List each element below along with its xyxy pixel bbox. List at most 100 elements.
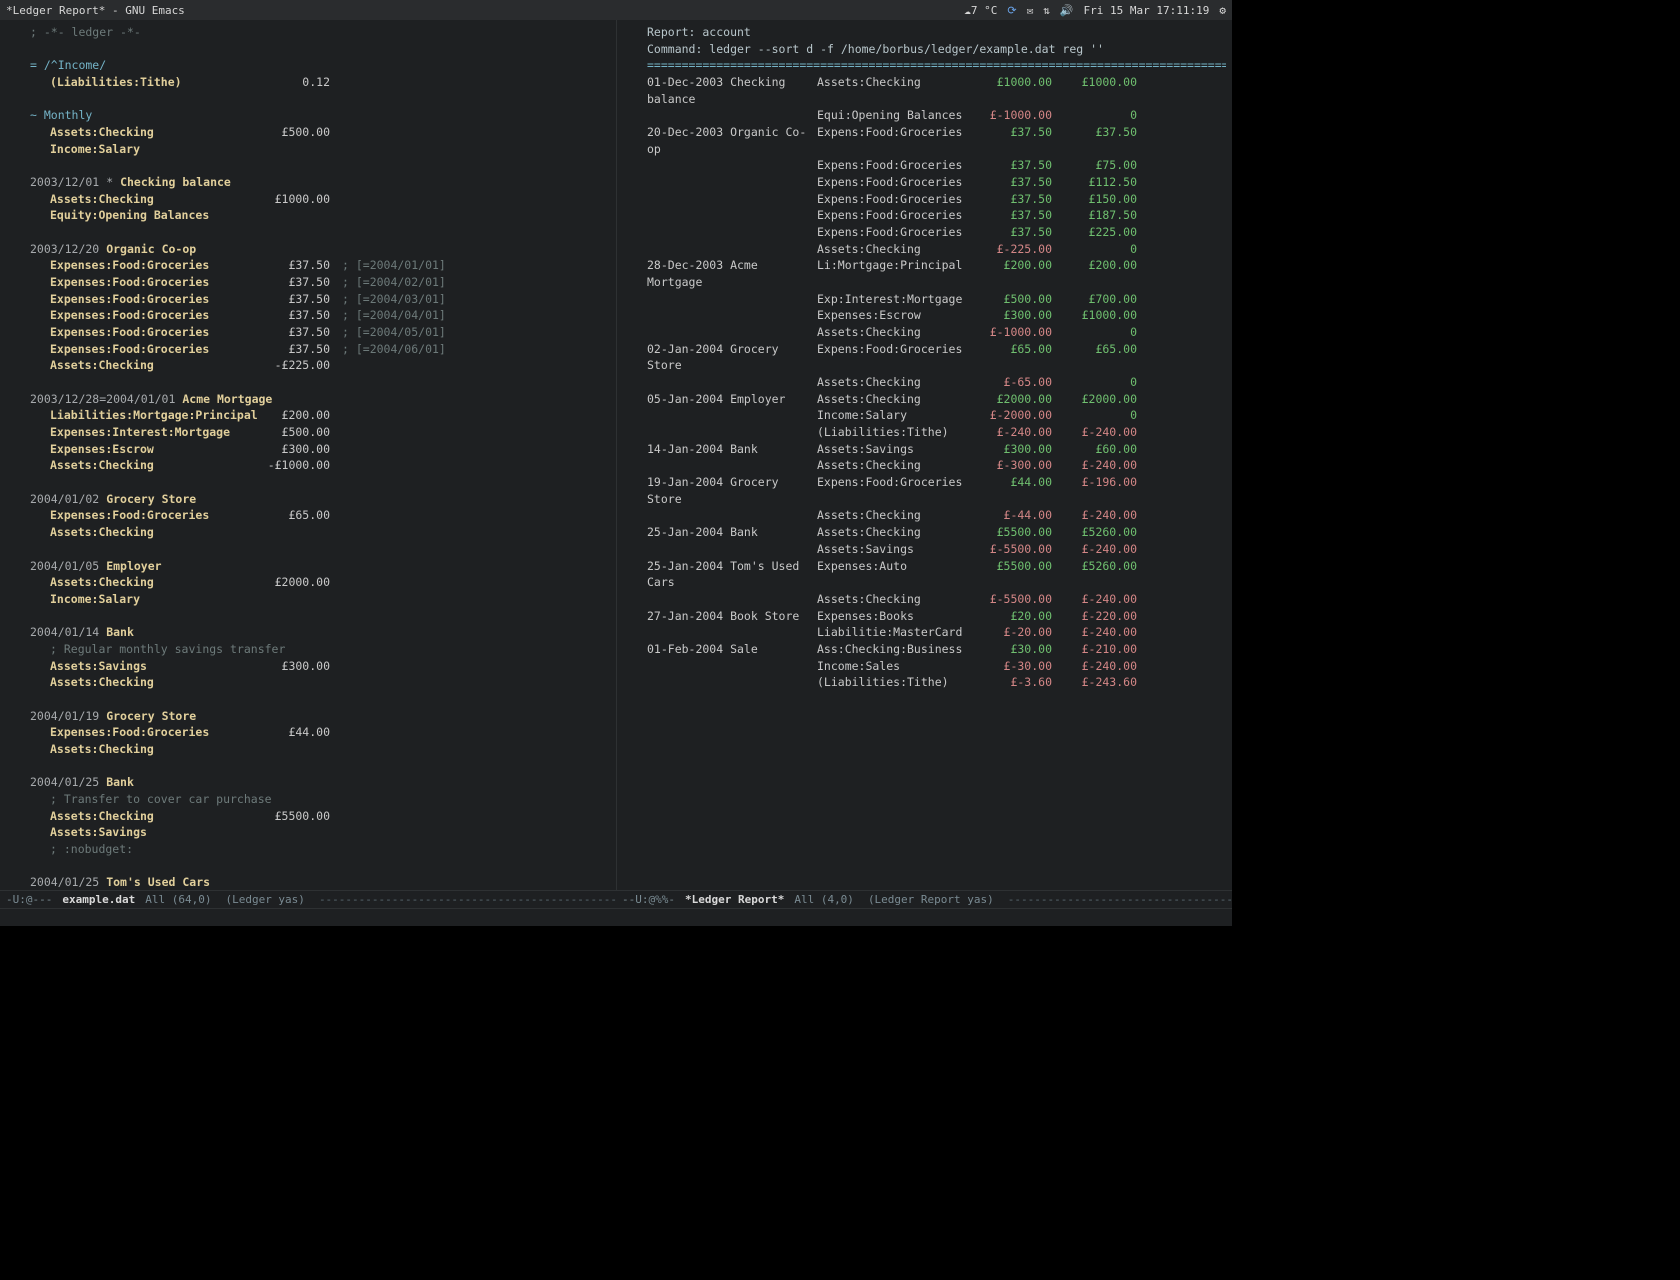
report-row: Expens:Food:Groceries£37.50£75.00 [647,157,1226,174]
posting-line: (Liabilities:Tithe)0.12 [30,74,610,91]
report-row: Income:Salary£-2000.000 [647,407,1226,424]
transaction-header: 2003/12/28=2004/01/01 Acme Mortgage [30,391,610,408]
posting-line: Expenses:Food:Groceries£37.50; [=2004/01… [30,257,610,274]
modeline-prefix: -U:@--- [6,893,52,906]
report-row: 28-Dec-2003 Acme MortgageLi:Mortgage:Pri… [647,257,1226,290]
posting-line: Assets:Checking [30,741,610,758]
ledger-report-buffer[interactable]: Report: accountCommand: ledger --sort d … [616,20,1232,890]
buffer-position-left: All (64,0) [145,893,211,906]
report-row: Assets:Checking£-5500.00£-240.00 [647,591,1226,608]
volume-icon[interactable]: 🔊 [1060,4,1074,17]
txn-comment: ; Regular monthly savings transfer [30,641,610,658]
report-row: 25-Jan-2004 Tom's Used CarsExpenses:Auto… [647,558,1226,591]
transaction-header: 2004/01/19 Grocery Store [30,708,610,725]
posting-line: Assets:Checking [30,674,610,691]
report-row: (Liabilities:Tithe)£-240.00£-240.00 [647,424,1226,441]
buffer-position-right: All (4,0) [794,893,854,906]
posting-line: Income:Salary [30,141,610,158]
transaction-header: 2004/01/14 Bank [30,624,610,641]
modeline-right: --U:@%%- *Ledger Report* All (4,0) (Ledg… [616,890,1232,908]
report-title: Report: account [647,24,1226,41]
network-icon[interactable]: ⇅ [1043,4,1050,17]
buffer-mode-left: (Ledger yas) [211,893,318,906]
report-command: Command: ledger --sort d -f /home/borbus… [647,41,1226,58]
refresh-icon[interactable]: ⟳ [1007,4,1016,17]
report-row: 14-Jan-2004 BankAssets:Savings£300.00£60… [647,441,1226,458]
txn-comment: ; :nobudget: [30,841,610,858]
posting-line: Expenses:Food:Groceries£37.50; [=2004/05… [30,324,610,341]
posting-line: Assets:Savings£300.00 [30,658,610,675]
desktop-topbar: *Ledger Report* - GNU Emacs ☁ 7 °C ⟳ ✉ ⇅… [0,0,1232,20]
transaction-header: 2003/12/01 * Checking balance [30,174,610,191]
modeline: -U:@--- example.dat All (64,0) (Ledger y… [0,890,1232,908]
posting-line: Assets:Checking£1000.00 [30,191,610,208]
posting-line: Assets:Checking£2000.00 [30,574,610,591]
txn-comment: ; Transfer to cover car purchase [30,791,610,808]
posting-line: Expenses:Food:Groceries£37.50; [=2004/03… [30,291,610,308]
transaction-header: 2004/01/25 Bank [30,774,610,791]
mail-icon[interactable]: ✉ [1027,4,1034,17]
posting-line: Assets:Checking [30,524,610,541]
posting-line: Expenses:Food:Groceries£37.50; [=2004/02… [30,274,610,291]
posting-line: Income:Salary [30,591,610,608]
report-row: Equi:Opening Balances£-1000.000 [647,107,1226,124]
emacs-frame: ; -*- ledger -*- = /^Income/(Liabilities… [0,20,1232,890]
posting-line: Expenses:Food:Groceries£37.50; [=2004/06… [30,341,610,358]
report-row: Expens:Food:Groceries£37.50£187.50 [647,207,1226,224]
window-title: *Ledger Report* - GNU Emacs [6,4,185,17]
report-separator: ========================================… [647,57,1226,74]
posting-line: Assets:Checking£5500.00 [30,808,610,825]
modeline-fill: ----------------------------------------… [319,893,616,906]
modeline-left: -U:@--- example.dat All (64,0) (Ledger y… [0,890,616,908]
report-row: 27-Jan-2004 Book StoreExpenses:Books£20.… [647,608,1226,625]
modeline-prefix: --U:@%%- [622,893,675,906]
periodic-header: ~ Monthly [30,107,610,124]
report-row: Expens:Food:Groceries£37.50£225.00 [647,224,1226,241]
ledger-source-buffer[interactable]: ; -*- ledger -*- = /^Income/(Liabilities… [0,20,616,890]
posting-line: Assets:Savings [30,824,610,841]
report-row: Assets:Checking£-44.00£-240.00 [647,507,1226,524]
automated-rule-header: = /^Income/ [30,57,610,74]
file-mode-comment: ; -*- ledger -*- [30,24,610,41]
minibuffer[interactable] [0,908,1232,926]
buffer-name-right: *Ledger Report* [675,893,794,906]
report-row: Assets:Checking£-225.000 [647,241,1226,258]
transaction-header: 2004/01/25 Tom's Used Cars [30,874,610,890]
posting-line: Assets:Checking£500.00 [30,124,610,141]
modeline-fill: ----------------------------------------… [1008,893,1232,906]
report-row: 01-Dec-2003 Checking balanceAssets:Check… [647,74,1226,107]
posting-line: Assets:Checking-£1000.00 [30,457,610,474]
report-row: Liabilitie:MasterCard£-20.00£-240.00 [647,624,1226,641]
report-row: 19-Jan-2004 Grocery StoreExpens:Food:Gro… [647,474,1226,507]
report-row: 02-Jan-2004 Grocery StoreExpens:Food:Gro… [647,341,1226,374]
posting-line: Assets:Checking-£225.00 [30,357,610,374]
report-row: Assets:Checking£-1000.000 [647,324,1226,341]
report-row: 25-Jan-2004 BankAssets:Checking£5500.00£… [647,524,1226,541]
buffer-name-left: example.dat [52,893,145,906]
posting-line: Expenses:Food:Groceries£65.00 [30,507,610,524]
report-row: 05-Jan-2004 EmployerAssets:Checking£2000… [647,391,1226,408]
transaction-header: 2003/12/20 Organic Co-op [30,241,610,258]
posting-line: Expenses:Food:Groceries£44.00 [30,724,610,741]
report-row: Assets:Checking£-65.000 [647,374,1226,391]
system-tray: ☁ 7 °C ⟳ ✉ ⇅ 🔊 Fri 15 Mar 17:11:19 ⚙ [964,4,1226,17]
clock[interactable]: Fri 15 Mar 17:11:19 [1084,4,1210,17]
transaction-header: 2004/01/05 Employer [30,558,610,575]
report-row: 20-Dec-2003 Organic Co-opExpens:Food:Gro… [647,124,1226,157]
posting-line: Expenses:Interest:Mortgage£500.00 [30,424,610,441]
weather-indicator[interactable]: ☁ 7 °C [964,4,997,17]
report-row: (Liabilities:Tithe)£-3.60£-243.60 [647,674,1226,691]
posting-line: Equity:Opening Balances [30,207,610,224]
report-row: Exp:Interest:Mortgage£500.00£700.00 [647,291,1226,308]
report-row: Assets:Savings£-5500.00£-240.00 [647,541,1226,558]
settings-gear-icon[interactable]: ⚙ [1219,4,1226,17]
buffer-mode-right: (Ledger Report yas) [854,893,1008,906]
report-row: Expenses:Escrow£300.00£1000.00 [647,307,1226,324]
transaction-header: 2004/01/02 Grocery Store [30,491,610,508]
report-row: Expens:Food:Groceries£37.50£150.00 [647,191,1226,208]
report-row: Expens:Food:Groceries£37.50£112.50 [647,174,1226,191]
posting-line: Expenses:Food:Groceries£37.50; [=2004/04… [30,307,610,324]
posting-line: Expenses:Escrow£300.00 [30,441,610,458]
report-row: Income:Sales£-30.00£-240.00 [647,658,1226,675]
posting-line: Liabilities:Mortgage:Principal£200.00 [30,407,610,424]
